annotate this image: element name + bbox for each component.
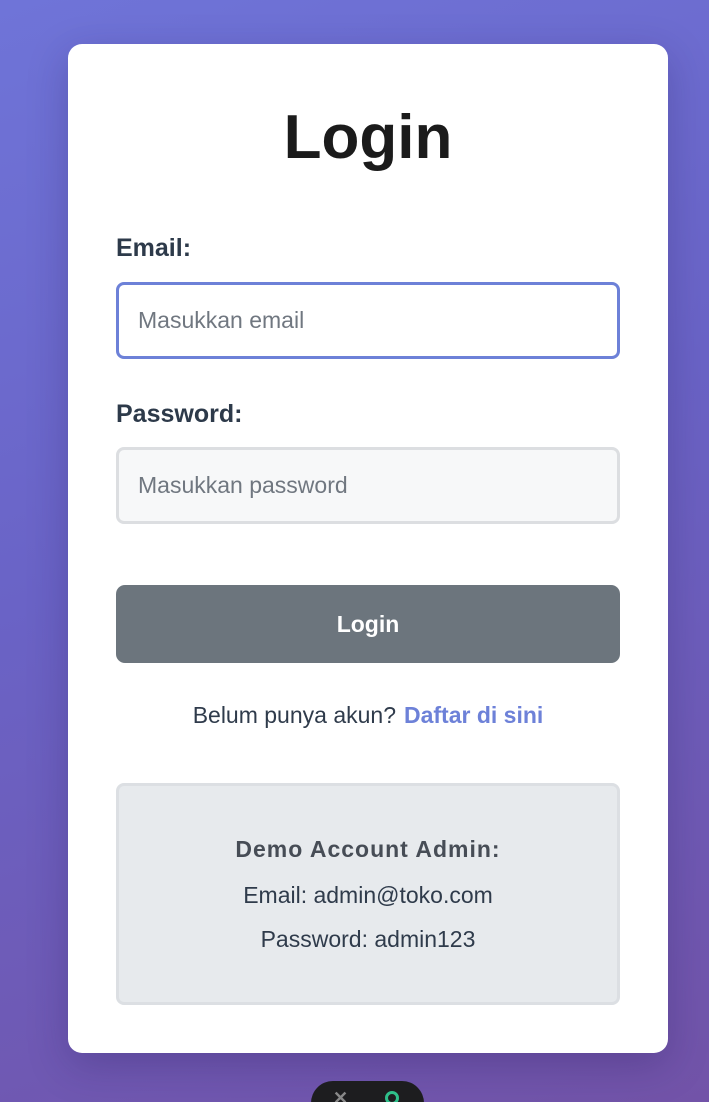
password-label: Password: bbox=[116, 400, 243, 428]
demo-account-box: Demo Account Admin: Email: admin@toko.co… bbox=[116, 783, 620, 1005]
demo-account-email: Email: admin@toko.com bbox=[243, 882, 493, 908]
login-card: Login Email: Password: Login Belum punya… bbox=[68, 44, 668, 1053]
status-icon[interactable] bbox=[385, 1091, 399, 1102]
login-button[interactable]: Login bbox=[116, 585, 620, 663]
floating-widget[interactable]: ✕ bbox=[311, 1081, 424, 1102]
register-row: Belum punya akun? Daftar di sini bbox=[68, 702, 668, 729]
password-field[interactable] bbox=[116, 447, 620, 524]
email-label: Email: bbox=[116, 234, 192, 262]
register-link[interactable]: Daftar di sini bbox=[404, 702, 543, 728]
close-icon[interactable]: ✕ bbox=[333, 1089, 351, 1102]
register-prompt: Belum punya akun? bbox=[192, 702, 396, 728]
page-title: Login bbox=[283, 103, 453, 172]
demo-account-password: Password: admin123 bbox=[260, 926, 476, 952]
email-field[interactable] bbox=[116, 282, 620, 359]
demo-account-title: Demo Account Admin: bbox=[235, 836, 501, 862]
